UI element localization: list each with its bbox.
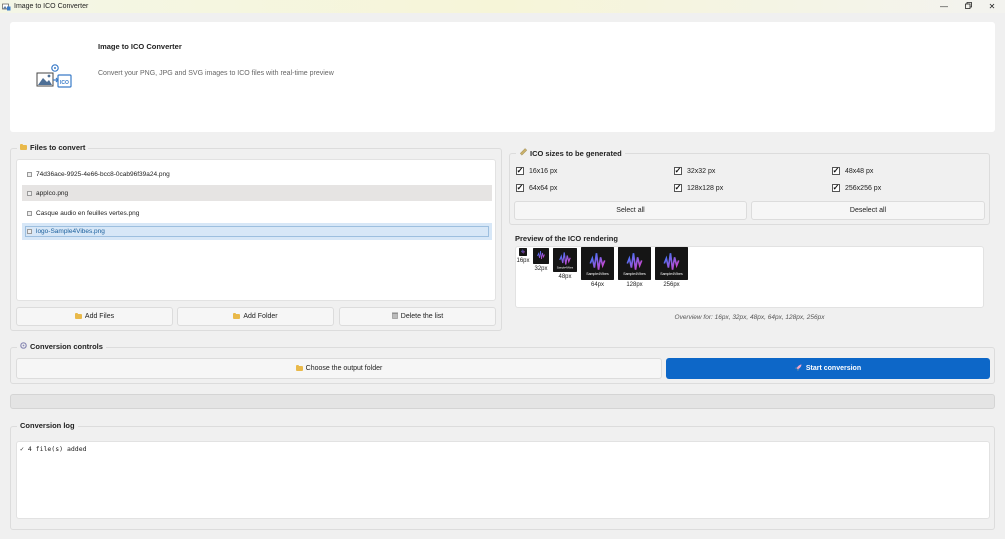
checkbox-checked-icon: ✓ bbox=[674, 183, 682, 192]
ruler-icon bbox=[519, 148, 528, 158]
file-list[interactable]: 74d36ace-9925-4e66-bcc8-0cab96f39a24.png… bbox=[16, 159, 496, 301]
preview-16-label: 16px bbox=[516, 258, 530, 264]
svg-text:Sample4Vibes: Sample4Vibes bbox=[586, 272, 609, 276]
preview-32-icon bbox=[533, 248, 549, 264]
size-64-label: 64x64 px bbox=[529, 184, 558, 192]
size-32-checkbox[interactable]: ✓ 32x32 px bbox=[674, 167, 715, 175]
window-title: Image to ICO Converter bbox=[14, 3, 89, 10]
file-name: 74d36ace-9925-4e66-bcc8-0cab96f39a24.png bbox=[36, 170, 170, 178]
start-conversion-label: Start conversion bbox=[805, 365, 862, 372]
folder-icon bbox=[20, 143, 27, 150]
preview-overview-text: Overview for: 16px, 32px, 48px, 64px, 12… bbox=[674, 314, 825, 321]
preview-64-label: 64px bbox=[590, 282, 604, 288]
preview-16-icon bbox=[519, 248, 527, 256]
select-all-label: Select all bbox=[616, 207, 645, 214]
file-icon bbox=[27, 190, 32, 196]
file-name: Casque audio en feuilles vertes.png bbox=[36, 209, 140, 217]
app-icon bbox=[2, 3, 11, 11]
file-icon bbox=[27, 210, 32, 216]
preview-32-label: 32px bbox=[534, 266, 548, 272]
preview-title: Preview of the ICO rendering bbox=[512, 234, 621, 243]
header-panel: ICO Image to ICO Converter Convert your … bbox=[10, 22, 995, 132]
app-logo: ICO bbox=[36, 63, 73, 91]
svg-text:Sample4Vibes: Sample4Vibes bbox=[660, 272, 683, 276]
svg-text:Sample4Vibes: Sample4Vibes bbox=[623, 272, 646, 276]
close-button[interactable]: ✕ bbox=[980, 0, 1004, 13]
add-files-button[interactable]: Add Files bbox=[16, 307, 173, 326]
close-icon: ✕ bbox=[988, 2, 996, 11]
files-group-label: Files to convert bbox=[17, 143, 89, 152]
size-16-checkbox[interactable]: ✓ 16x16 px bbox=[516, 167, 557, 175]
add-folder-button[interactable]: Add Folder bbox=[177, 307, 334, 326]
checkbox-checked-icon: ✓ bbox=[516, 166, 524, 175]
delete-list-button[interactable]: Delete the list bbox=[339, 307, 496, 326]
size-256-label: 256x256 px bbox=[845, 184, 882, 192]
file-list-item[interactable]: Casque audio en feuilles vertes.png bbox=[22, 205, 492, 221]
sizes-group-label: ICO sizes to be generated bbox=[516, 148, 625, 158]
folder-icon bbox=[233, 312, 241, 319]
file-name: appIco.png bbox=[36, 189, 69, 197]
preview-256-icon: Sample4Vibes bbox=[655, 247, 688, 280]
add-files-label: Add Files bbox=[84, 313, 115, 320]
preview-64-icon: Sample4Vibes bbox=[581, 247, 614, 280]
controls-group-title: Conversion controls bbox=[30, 342, 103, 351]
title-bar: Image to ICO Converter bbox=[0, 0, 1005, 13]
output-folder-label: Choose the output folder bbox=[305, 365, 383, 372]
size-48-label: 48x48 px bbox=[845, 167, 874, 175]
log-group-title: Conversion log bbox=[20, 421, 75, 430]
rocket-icon bbox=[795, 364, 802, 373]
preview-256-label: 256px bbox=[663, 282, 680, 288]
add-folder-label: Add Folder bbox=[243, 313, 278, 320]
log-group-label: Conversion log bbox=[17, 421, 78, 430]
gear-icon bbox=[20, 342, 27, 351]
preview-128-icon: Sample4Vibes bbox=[618, 247, 651, 280]
header-title: Image to ICO Converter bbox=[98, 42, 182, 51]
file-icon bbox=[27, 171, 32, 177]
svg-text:Sample4Vibes: Sample4Vibes bbox=[557, 265, 574, 269]
files-group-title: Files to convert bbox=[30, 143, 86, 152]
size-32-label: 32x32 px bbox=[687, 167, 716, 175]
size-48-checkbox[interactable]: ✓ 48x48 px bbox=[832, 167, 873, 175]
minimize-icon: — bbox=[940, 2, 948, 11]
folder-icon bbox=[295, 364, 303, 371]
sizes-group-title: ICO sizes to be generated bbox=[530, 148, 622, 158]
minimize-button[interactable]: — bbox=[932, 0, 956, 13]
file-list-item[interactable]: 74d36ace-9925-4e66-bcc8-0cab96f39a24.png bbox=[22, 166, 492, 182]
delete-list-label: Delete the list bbox=[400, 313, 444, 320]
choose-output-folder-button[interactable]: Choose the output folder bbox=[16, 358, 662, 379]
file-list-item[interactable]: appIco.png bbox=[22, 185, 492, 201]
file-list-item-selected[interactable]: logo-Sample4Vibes.png bbox=[22, 223, 492, 240]
size-256-checkbox[interactable]: ✓ 256x256 px bbox=[832, 184, 881, 192]
controls-group-label: Conversion controls bbox=[17, 342, 106, 351]
log-line: ✓ 4 file(s) added bbox=[20, 445, 87, 453]
conversion-log[interactable]: ✓ 4 file(s) added bbox=[16, 441, 990, 519]
logo-ico-text: ICO bbox=[60, 80, 69, 86]
size-64-checkbox[interactable]: ✓ 64x64 px bbox=[516, 184, 557, 192]
select-all-button[interactable]: Select all bbox=[514, 201, 747, 220]
preview-48-label: 48px bbox=[558, 274, 572, 280]
size-128-checkbox[interactable]: ✓ 128x128 px bbox=[674, 184, 723, 192]
preview-128-label: 128px bbox=[626, 282, 643, 288]
maximize-button[interactable] bbox=[956, 0, 980, 13]
deselect-all-label: Deselect all bbox=[849, 207, 887, 214]
conversion-progress-bar bbox=[10, 394, 995, 409]
start-conversion-button[interactable]: Start conversion bbox=[666, 358, 990, 379]
header-subtitle: Convert your PNG, JPG and SVG images to … bbox=[98, 70, 334, 77]
preview-48-icon: Sample4Vibes bbox=[553, 248, 577, 272]
restore-icon bbox=[964, 2, 972, 11]
trash-icon bbox=[391, 312, 398, 321]
deselect-all-button[interactable]: Deselect all bbox=[751, 201, 985, 220]
preview-title-text: Preview of the ICO rendering bbox=[515, 234, 618, 243]
size-128-label: 128x128 px bbox=[687, 184, 724, 192]
size-16-label: 16x16 px bbox=[529, 167, 558, 175]
folder-icon bbox=[74, 312, 82, 319]
checkbox-checked-icon: ✓ bbox=[516, 183, 524, 192]
checkbox-checked-icon: ✓ bbox=[832, 166, 840, 175]
checkbox-checked-icon: ✓ bbox=[832, 183, 840, 192]
checkbox-checked-icon: ✓ bbox=[674, 166, 682, 175]
